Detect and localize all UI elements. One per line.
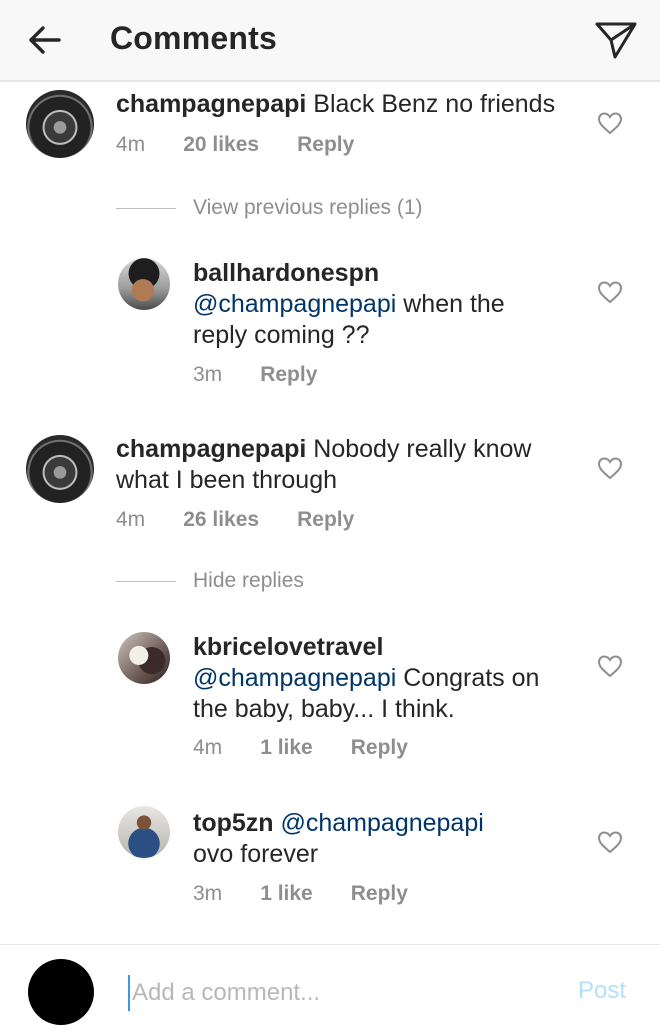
- page-title: Comments: [110, 20, 277, 56]
- comment-username[interactable]: champagnepapi: [116, 435, 306, 463]
- heart-icon[interactable]: [597, 111, 623, 135]
- heart-icon[interactable]: [597, 654, 623, 678]
- reply-meta: 3m 1 like Reply: [193, 882, 446, 906]
- avatar[interactable]: [118, 806, 170, 858]
- reply-button[interactable]: Reply: [351, 882, 408, 906]
- likes-count[interactable]: 26 likes: [183, 508, 259, 532]
- comment-composer: Post: [0, 944, 660, 1034]
- reply-meta: 3m Reply: [193, 363, 355, 387]
- reply-text: top5zn @champagnepapi ovo forever: [193, 808, 553, 870]
- comment-input[interactable]: [128, 975, 548, 1011]
- avatar[interactable]: [118, 258, 170, 310]
- reply-time: 3m: [193, 363, 223, 386]
- comment-text: champagnepapi Black Benz no friends: [116, 89, 576, 120]
- reply-button[interactable]: Reply: [297, 508, 354, 532]
- comment-meta: 4m 26 likes Reply: [116, 508, 392, 532]
- avatar[interactable]: [26, 435, 94, 503]
- back-button[interactable]: [22, 18, 66, 62]
- mention-link[interactable]: @champagnepapi: [193, 664, 396, 692]
- likes-count[interactable]: 1 like: [260, 736, 313, 760]
- arrow-left-icon: [29, 26, 61, 54]
- avatar[interactable]: [118, 632, 170, 684]
- likes-count[interactable]: 1 like: [260, 882, 313, 906]
- top-bar: Comments: [0, 0, 660, 82]
- heart-icon[interactable]: [597, 456, 623, 480]
- mention-link[interactable]: @champagnepapi: [193, 290, 396, 318]
- divider: [116, 207, 176, 209]
- view-replies-toggle[interactable]: View previous replies (1): [116, 193, 423, 223]
- post-button[interactable]: Post: [578, 977, 626, 1005]
- mention-link[interactable]: @champagnepapi: [281, 809, 484, 837]
- reply-button[interactable]: Reply: [260, 363, 317, 387]
- reply-button[interactable]: Reply: [297, 133, 354, 157]
- share-button[interactable]: [592, 16, 640, 64]
- divider: [116, 580, 176, 582]
- avatar[interactable]: [26, 90, 94, 158]
- likes-count[interactable]: 20 likes: [183, 133, 259, 157]
- reply-meta: 4m 1 like Reply: [193, 736, 446, 760]
- reply-username[interactable]: kbricelovetravel: [193, 632, 573, 663]
- hide-replies-toggle[interactable]: Hide replies: [116, 566, 304, 596]
- comment-body: Black Benz no friends: [313, 90, 556, 118]
- comment-meta: 4m 20 likes Reply: [116, 133, 392, 157]
- reply-text: ballhardonespn @champagnepapi when the r…: [193, 258, 553, 351]
- comment-time: 4m: [116, 508, 146, 531]
- paper-plane-icon: [595, 22, 637, 59]
- reply-button[interactable]: Reply: [351, 736, 408, 760]
- reply-body: ovo forever: [193, 840, 319, 868]
- reply-time: 4m: [193, 736, 223, 759]
- replies-toggle-label: View previous replies (1): [193, 196, 423, 219]
- reply-username[interactable]: ballhardonespn: [193, 258, 553, 289]
- reply-time: 3m: [193, 882, 223, 905]
- reply-username[interactable]: top5zn: [193, 809, 274, 837]
- replies-toggle-label: Hide replies: [193, 569, 304, 592]
- comment-username[interactable]: champagnepapi: [116, 90, 306, 118]
- heart-icon[interactable]: [597, 830, 623, 854]
- reply-text: kbricelovetravel @champagnepapi Congrats…: [193, 632, 573, 725]
- comment-time: 4m: [116, 133, 146, 156]
- current-user-avatar: [28, 959, 94, 1025]
- comment-text: champagnepapi Nobody really know what I …: [116, 434, 556, 496]
- heart-icon[interactable]: [597, 280, 623, 304]
